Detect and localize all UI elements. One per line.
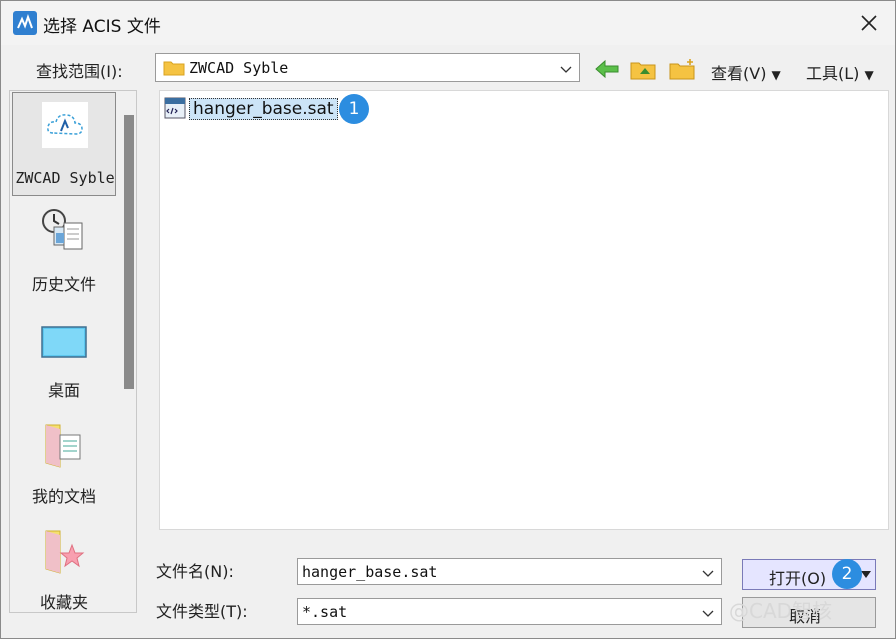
caret-down-icon	[861, 570, 871, 578]
file-name: hanger_base.sat	[189, 98, 338, 120]
chevron-down-icon	[701, 565, 715, 584]
close-button[interactable]	[849, 7, 889, 39]
place-desktop[interactable]: 桌面	[12, 305, 116, 409]
file-list[interactable]: hanger_base.sat	[159, 90, 889, 530]
back-button[interactable]	[593, 57, 621, 83]
tools-menu[interactable]: 工具(L) ▼	[806, 60, 874, 84]
scrollbar-thumb[interactable]	[124, 115, 134, 389]
chevron-down-icon	[559, 61, 573, 80]
place-label: 桌面	[47, 381, 80, 400]
up-folder-icon	[630, 62, 656, 80]
place-history[interactable]: 历史文件	[12, 199, 116, 303]
place-favorites[interactable]: 收藏夹	[12, 517, 116, 621]
step-badge-2: 2	[832, 559, 862, 589]
watermark: @CAD智核	[729, 599, 833, 623]
new-folder-button[interactable]	[668, 57, 698, 83]
favorites-icon	[40, 525, 88, 575]
chevron-down-icon	[701, 605, 715, 624]
lookin-value: ZWCAD Syble	[189, 59, 289, 77]
dialog-title: 选择 ACIS 文件	[43, 17, 161, 37]
lookin-label: 查找范围(I):	[36, 62, 123, 81]
filetype-select[interactable]: *.sat	[297, 598, 722, 625]
filetype-value: *.sat	[302, 603, 348, 621]
sat-file-icon	[164, 97, 186, 119]
places-scrollbar[interactable]	[122, 91, 136, 612]
step-badge-1: 1	[339, 94, 369, 124]
places-bar: ZWCAD Syble 历史文件 桌面 我的文档 收藏夹	[9, 90, 137, 613]
lookin-combo[interactable]: ZWCAD Syble	[155, 53, 580, 82]
new-folder-icon	[669, 59, 695, 80]
filename-value: hanger_base.sat	[302, 563, 438, 581]
documents-icon	[40, 419, 88, 469]
folder-icon	[163, 59, 185, 80]
filename-label: 文件名(N):	[156, 562, 234, 581]
desktop-icon	[40, 313, 88, 363]
history-icon	[40, 207, 88, 257]
tools-menu-label: 工具(L)	[806, 64, 860, 83]
caret-down-icon: ▼	[864, 68, 874, 82]
caret-down-icon: ▼	[771, 68, 781, 82]
view-menu-label: 查看(V)	[711, 64, 767, 83]
filename-input[interactable]: hanger_base.sat	[297, 558, 722, 585]
place-my-documents[interactable]: 我的文档	[12, 411, 116, 515]
cloud-icon	[41, 101, 89, 151]
place-label: 我的文档	[31, 487, 96, 506]
up-folder-button[interactable]	[629, 57, 659, 83]
place-label: 历史文件	[31, 275, 96, 294]
place-label: ZWCAD Syble	[15, 169, 115, 187]
view-menu[interactable]: 查看(V) ▼	[711, 60, 781, 84]
app-icon	[13, 11, 37, 35]
title-bar: 选择 ACIS 文件	[1, 1, 895, 45]
close-icon	[861, 15, 877, 31]
place-label: 收藏夹	[39, 593, 88, 612]
file-dialog: 选择 ACIS 文件 查找范围(I): ZWCAD Syble 查看(V) ▼ …	[0, 0, 896, 639]
open-button-label: 打开(O)	[769, 569, 827, 588]
back-arrow-icon	[595, 59, 619, 79]
place-zwcad-syble[interactable]: ZWCAD Syble	[12, 92, 116, 196]
filetype-label: 文件类型(T):	[156, 602, 248, 621]
